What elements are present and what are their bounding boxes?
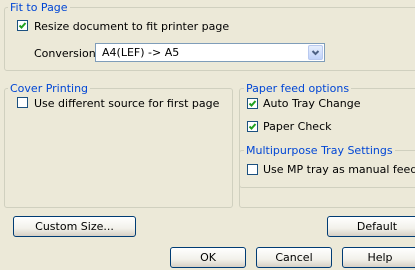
checkmark-icon [248, 100, 257, 107]
paper-check-label: Paper Check [263, 120, 332, 133]
help-button[interactable]: Help [342, 247, 415, 268]
fit-to-page-legend: Fit to Page [8, 1, 70, 14]
resize-label: Resize document to fit printer page [34, 20, 230, 33]
auto-tray-label: Auto Tray Change [263, 97, 361, 110]
ok-button[interactable]: OK [170, 247, 246, 268]
conversion-select[interactable]: A4(LEF) -> A5 [95, 43, 325, 62]
mp-tray-legend: Multipurpose Tray Settings [244, 144, 395, 157]
custom-size-button[interactable]: Custom Size... [13, 216, 136, 237]
conversion-label: Conversion: [34, 47, 100, 60]
different-source-checkbox[interactable] [17, 97, 28, 108]
checkmark-icon [18, 22, 27, 29]
cancel-button[interactable]: Cancel [256, 247, 332, 268]
mp-manual-feed-checkbox[interactable] [247, 164, 258, 175]
paper-check-checkbox[interactable] [247, 121, 258, 132]
mp-manual-feed-label: Use MP tray as manual feed [263, 163, 415, 176]
dropdown-button[interactable] [308, 45, 323, 60]
different-source-label: Use different source for first page [34, 97, 220, 110]
chevron-down-icon [311, 50, 320, 56]
default-button[interactable]: Default [327, 216, 415, 237]
conversion-value: A4(LEF) -> A5 [102, 46, 180, 59]
cover-printing-legend: Cover Printing [8, 82, 91, 95]
auto-tray-checkbox[interactable] [247, 98, 258, 109]
resize-checkbox[interactable] [17, 20, 28, 31]
paper-feed-legend: Paper feed options [244, 82, 352, 95]
checkmark-icon [248, 123, 257, 130]
